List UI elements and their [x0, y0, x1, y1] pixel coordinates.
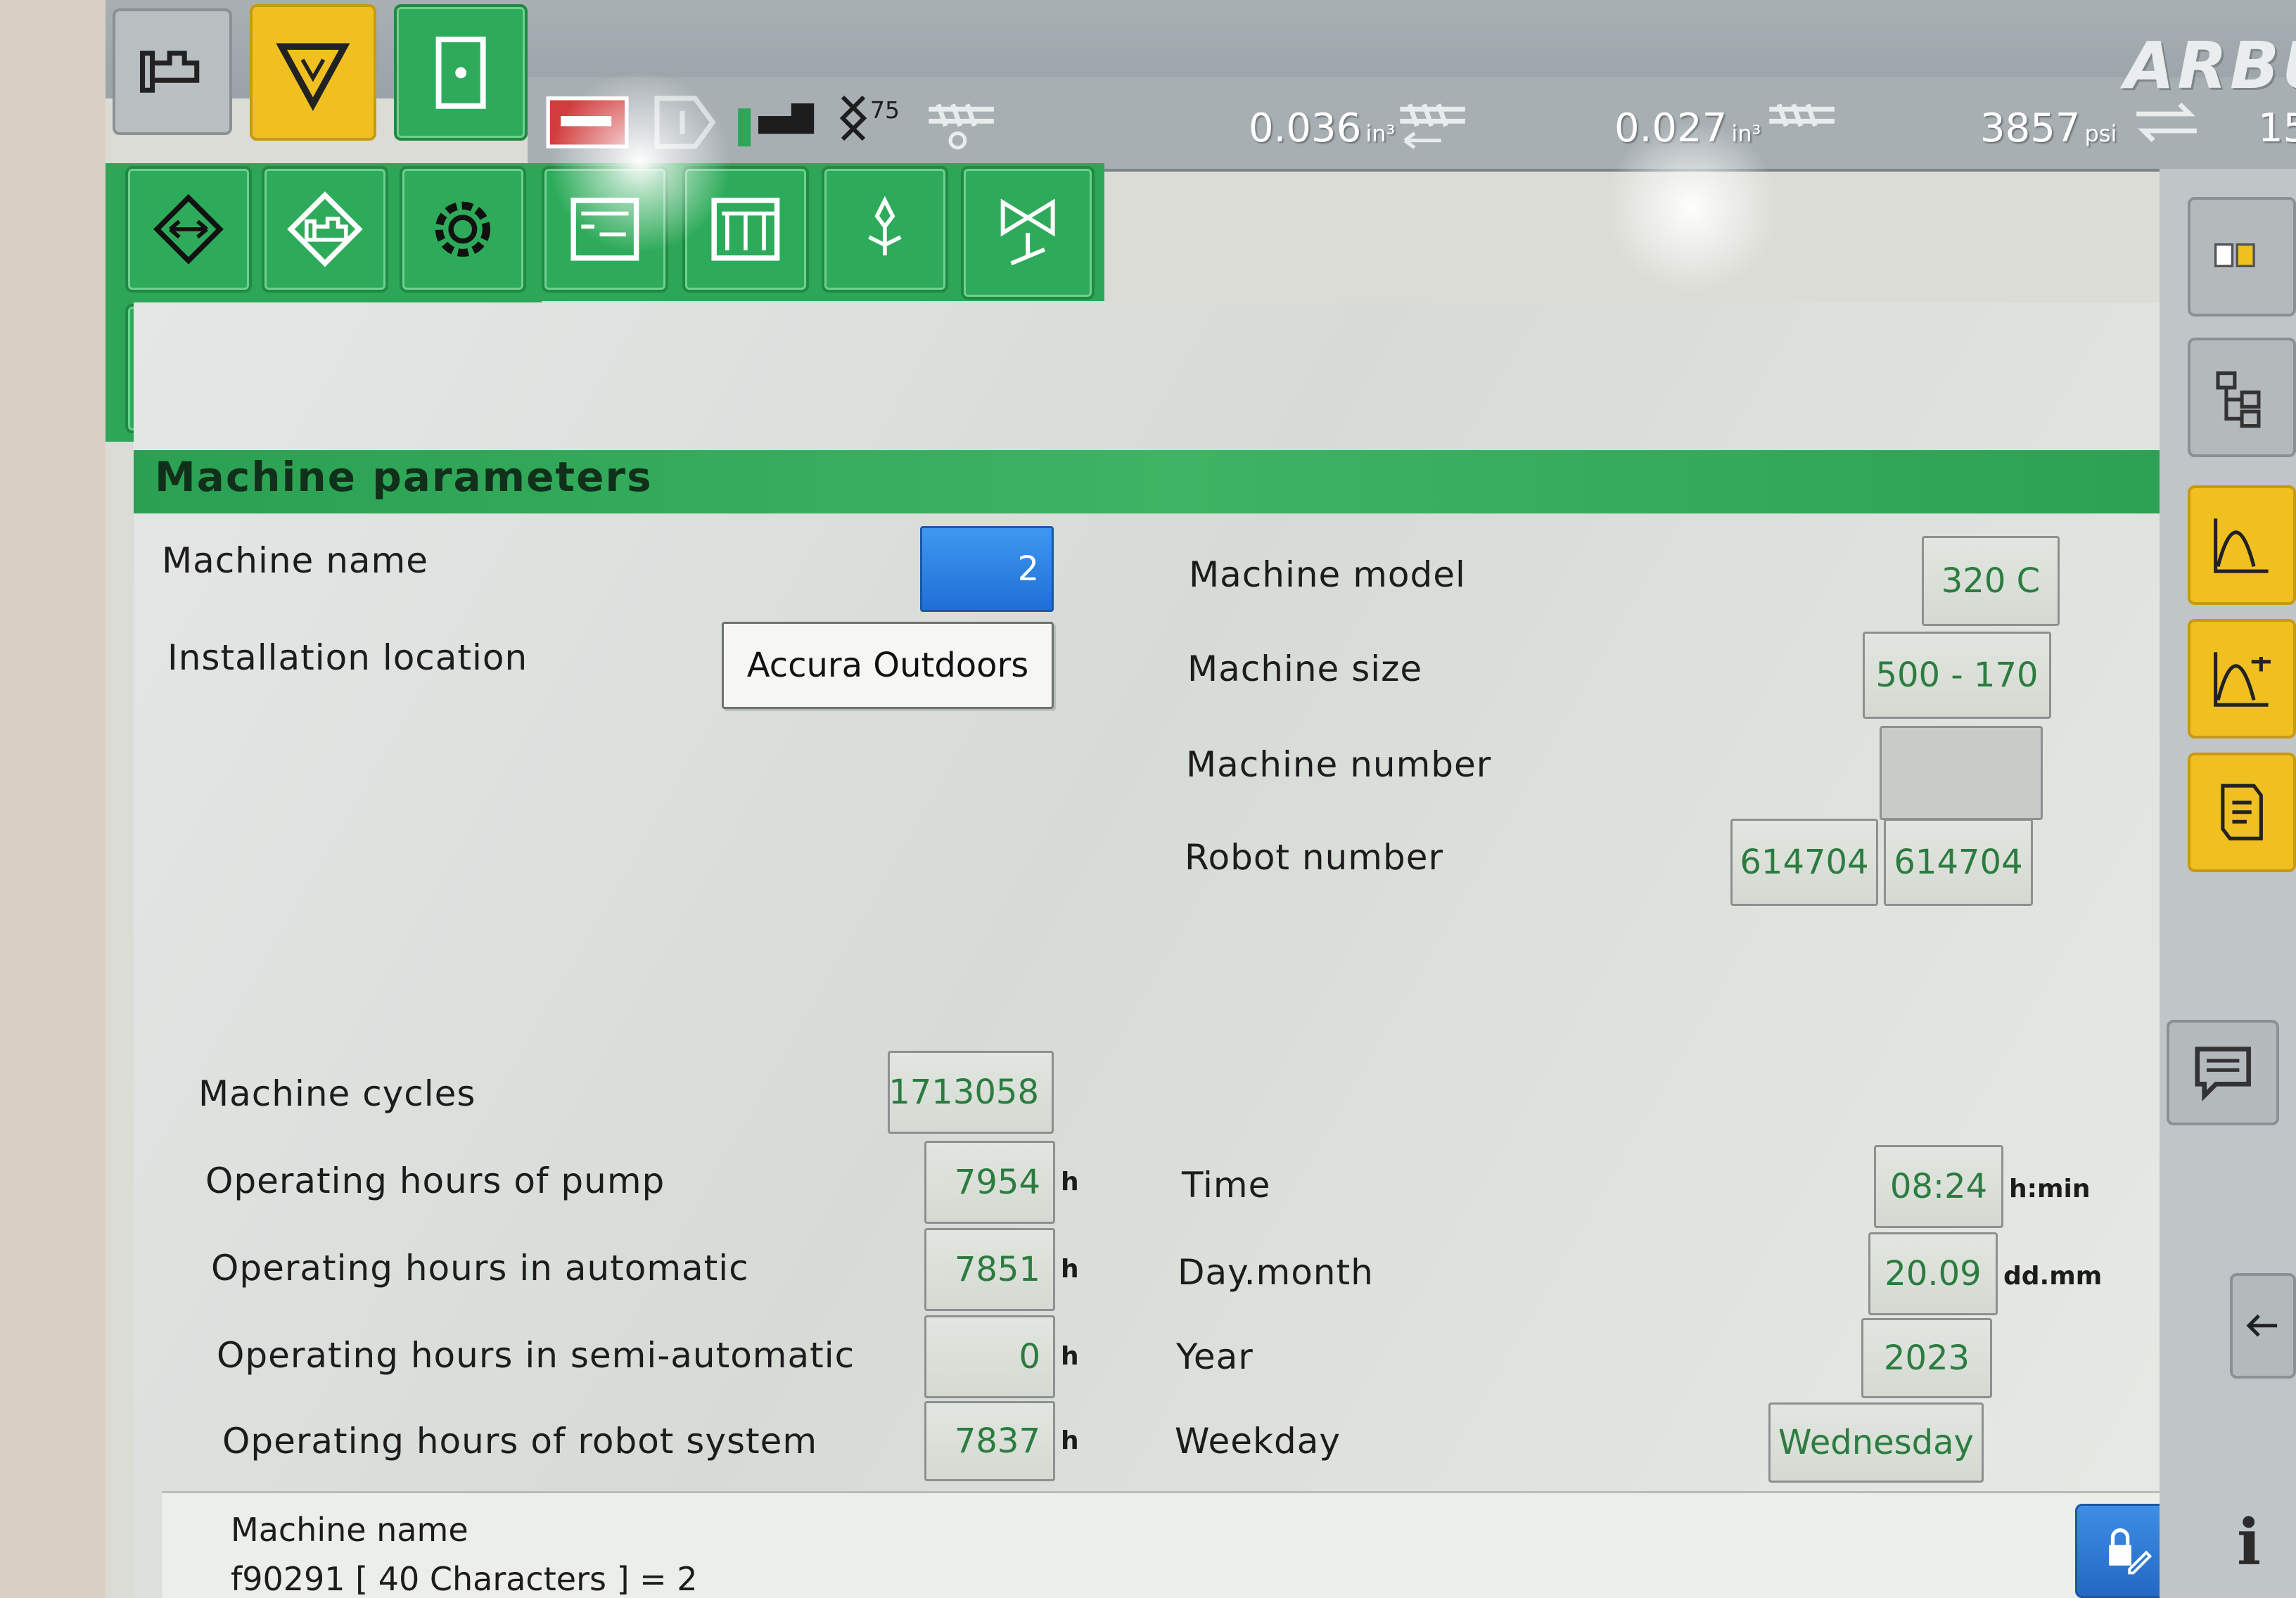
hours-semi-unit: h — [1061, 1342, 1079, 1371]
status-key-icon — [640, 87, 725, 158]
door-icon — [435, 36, 486, 109]
status-percent-icon: 75 % — [823, 87, 914, 158]
layout-button[interactable] — [2188, 197, 2296, 317]
time-field: 08:24 — [1874, 1145, 2003, 1228]
hmi-screen: 75 % 0.036in³ 0.027in³ 3857psi 15 ARBU — [106, 0, 2296, 1598]
status-value-3: 3857 psi — [1980, 106, 2117, 151]
machine-name-field[interactable]: 2 — [920, 526, 1054, 612]
setup-icon — [153, 194, 224, 264]
mold-diamond-icon — [287, 191, 363, 267]
arrow-left-icon — [2246, 1315, 2278, 1337]
curve-graph-icon — [2213, 518, 2269, 574]
machine-size-label: Machine size — [1187, 648, 1423, 689]
process-graph-button[interactable] — [2188, 485, 2296, 605]
document-scroll-icon — [2221, 784, 2263, 841]
status-value-2: 0.027 in³ — [1614, 106, 1761, 151]
hours-pump-label: Operating hours of pump — [205, 1161, 665, 1201]
hours-pump-unit: h — [1061, 1168, 1079, 1196]
robot-number-field-1: 614704 — [1730, 819, 1878, 906]
status-bar: 75 % 0.036in³ 0.027in³ 3857psi 15 — [528, 77, 2296, 172]
installation-location-field[interactable]: Accura Outdoors — [722, 622, 1054, 709]
mold-button[interactable] — [262, 166, 388, 293]
weekday-field: Wednesday — [1768, 1402, 1984, 1483]
alarm-button[interactable] — [250, 4, 376, 141]
structure-button[interactable] — [2188, 338, 2296, 457]
hours-automatic-field: 7851 — [924, 1228, 1055, 1311]
warning-triangle-icon — [276, 43, 350, 111]
settings-button[interactable] — [400, 166, 526, 293]
status-error-icon — [542, 87, 633, 158]
page-title: Machine parameters — [155, 453, 653, 501]
year-field: 2023 — [1861, 1318, 1992, 1398]
day-month-field: 20.09 — [1868, 1232, 1998, 1315]
info-button[interactable]: i — [2237, 1505, 2261, 1580]
valve-icon — [1000, 198, 1055, 266]
machine-size-field: 500 - 170 — [1863, 632, 2051, 719]
machine-icon — [140, 51, 200, 93]
hours-pump-field: 7954 — [924, 1141, 1055, 1224]
installation-location-label: Installation location — [167, 637, 528, 678]
valve-button[interactable] — [961, 166, 1095, 300]
ejector-button[interactable] — [822, 166, 948, 293]
key-panel-button[interactable] — [542, 166, 668, 293]
tree-structure-icon — [2216, 371, 2261, 428]
status-pressure-icon — [1762, 87, 1847, 158]
hours-automatic-label: Operating hours in automatic — [211, 1248, 749, 1289]
status-value-1: 0.036 in³ — [1249, 106, 1396, 151]
year-label: Year — [1176, 1336, 1254, 1377]
lock-pen-icon — [2109, 1528, 2152, 1575]
back-button[interactable] — [2230, 1273, 2296, 1379]
messages-button[interactable] — [2167, 1020, 2279, 1125]
weekday-label: Weekday — [1175, 1421, 1341, 1462]
machine-cycles-label: Machine cycles — [198, 1073, 476, 1114]
day-month-label: Day.month — [1178, 1252, 1374, 1293]
status-unit-icon — [732, 87, 823, 158]
hours-semi-field: 0 — [924, 1315, 1055, 1398]
help-title: Machine name — [231, 1511, 468, 1549]
help-text: f90291 [ 40 Characters ] = 2 — [231, 1560, 698, 1598]
tools-icon — [711, 198, 780, 261]
balance-graph-icon — [2213, 652, 2271, 708]
protocol-button[interactable] — [2188, 753, 2296, 872]
machine-cycles-field: 1713058 — [888, 1051, 1054, 1134]
machine-model-field: 320 C — [1922, 536, 2060, 626]
day-month-unit: dd.mm — [2003, 1262, 2103, 1291]
time-unit: h:min — [2009, 1175, 2091, 1203]
machine-model-label: Machine model — [1189, 554, 1466, 595]
time-label: Time — [1182, 1165, 1271, 1206]
hours-robot-field: 7837 — [924, 1401, 1055, 1481]
ejector-icon — [868, 196, 902, 256]
machine-number-field — [1880, 726, 2043, 820]
status-value-4: 15 — [2258, 106, 2296, 151]
status-inject-icon — [1393, 87, 1477, 158]
gear-icon — [435, 201, 491, 257]
brand-logo: ARBU — [2124, 28, 2296, 103]
layout-icon — [2214, 243, 2255, 268]
machine-name-label: Machine name — [162, 540, 428, 581]
hours-automatic-unit: h — [1061, 1255, 1079, 1284]
hours-robot-label: Operating hours of robot system — [222, 1421, 818, 1462]
status-screw-icon — [921, 87, 1006, 158]
tools-button[interactable] — [682, 166, 809, 293]
setup-button[interactable] — [125, 166, 252, 293]
percent-value: 75 % — [870, 96, 906, 124]
robot-number-field-2: 614704 — [1884, 819, 2033, 906]
machine-overview-button[interactable] — [113, 8, 232, 135]
key-panel-icon — [570, 198, 639, 261]
hours-robot-unit: h — [1061, 1426, 1079, 1455]
door-button[interactable] — [394, 4, 528, 141]
machine-number-label: Machine number — [1186, 744, 1492, 785]
hours-semi-label: Operating hours in semi-automatic — [217, 1335, 855, 1376]
robot-number-label: Robot number — [1185, 837, 1444, 878]
quality-graph-button[interactable] — [2188, 619, 2296, 739]
message-icon — [2195, 1047, 2251, 1102]
